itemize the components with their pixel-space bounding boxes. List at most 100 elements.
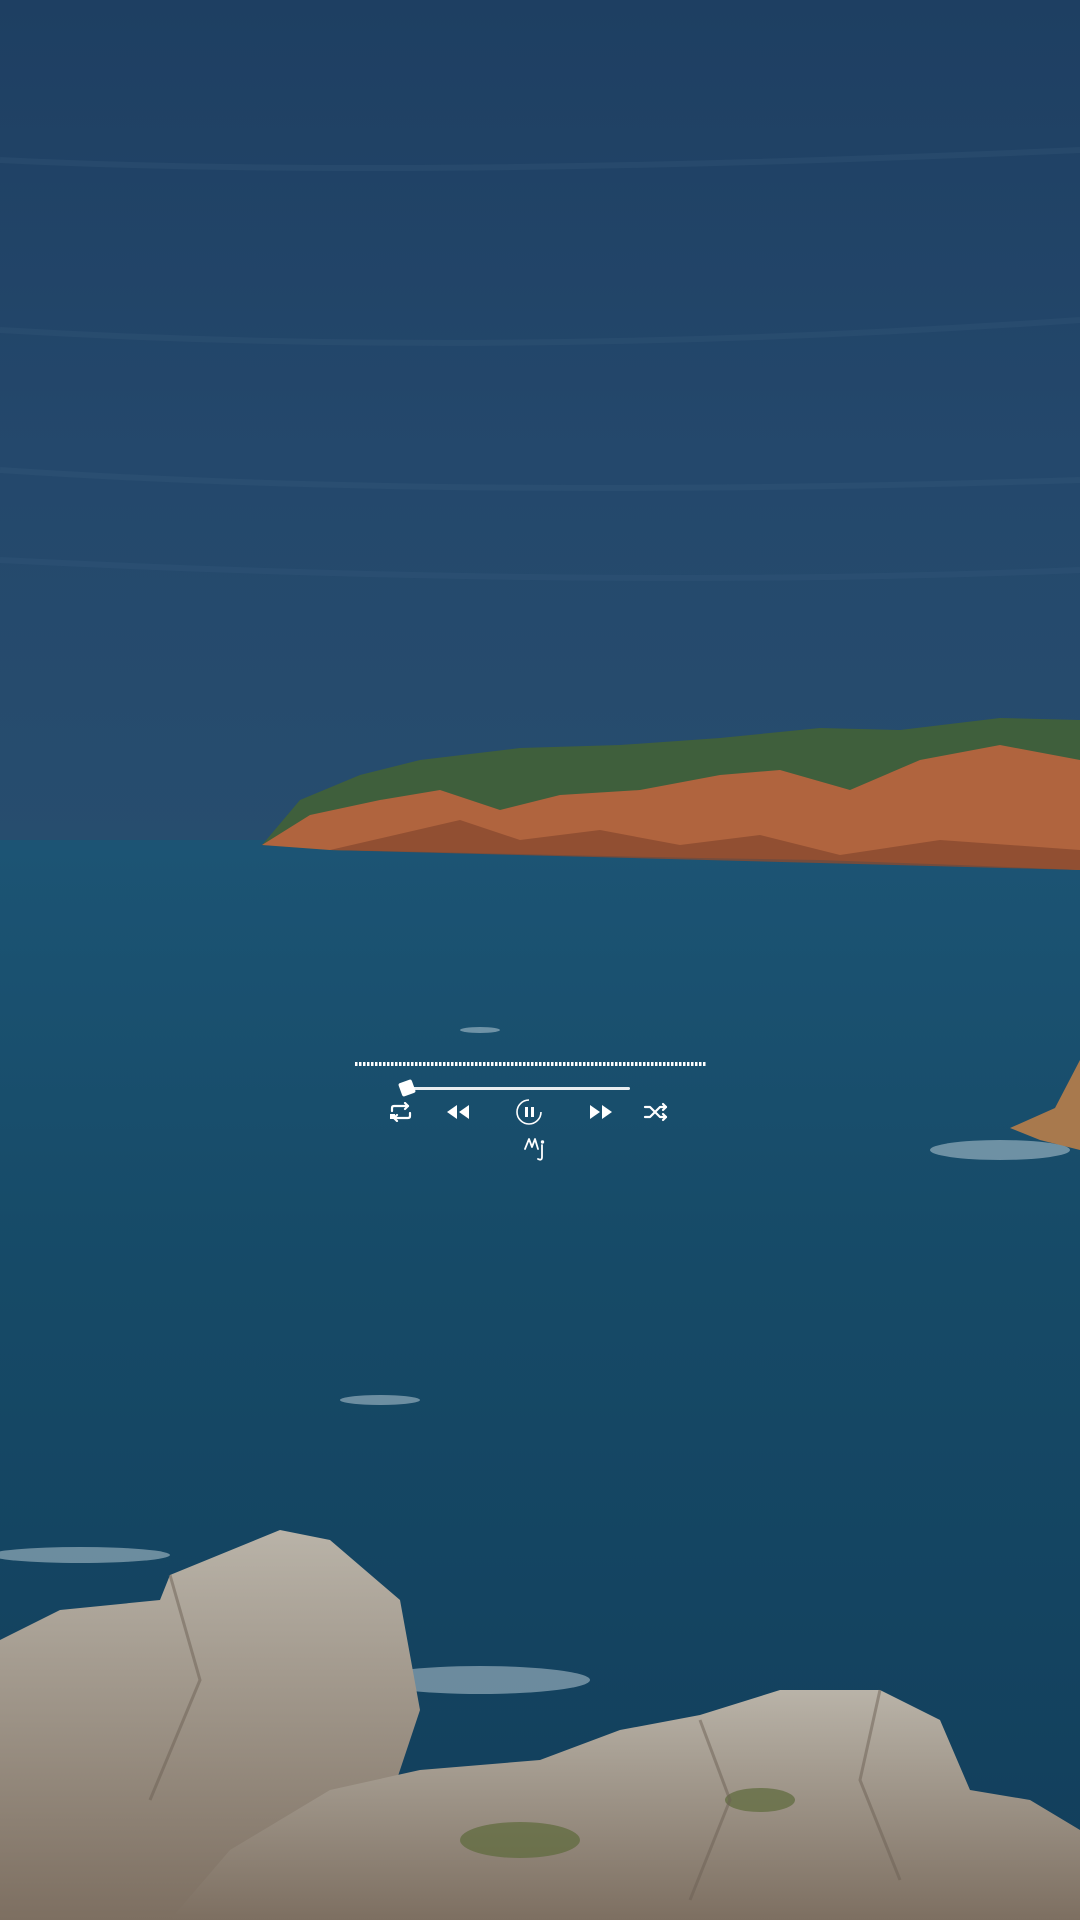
- waveform-bar: [395, 1062, 398, 1066]
- waveform-bar: [563, 1062, 566, 1066]
- waveform-bar: [503, 1062, 506, 1066]
- waveform-bar: [599, 1062, 602, 1066]
- waveform-bar: [487, 1062, 490, 1066]
- waveform-bar: [451, 1062, 454, 1066]
- waveform-bar: [511, 1062, 514, 1066]
- waveform-bar: [391, 1062, 394, 1066]
- waveform-bar: [583, 1062, 586, 1066]
- waveform-bar: [639, 1062, 642, 1066]
- pause-icon: [516, 1099, 542, 1125]
- waveform-bar: [355, 1062, 358, 1066]
- waveform-bar: [375, 1062, 378, 1066]
- waveform-bar: [467, 1062, 470, 1066]
- waveform-bar: [643, 1062, 646, 1066]
- rewind-icon: [447, 1105, 469, 1119]
- waveform-bar: [483, 1062, 486, 1066]
- waveform-bar: [527, 1062, 530, 1066]
- waveform-bar: [579, 1062, 582, 1066]
- waveform-bar: [635, 1062, 638, 1066]
- waveform-bar: [515, 1062, 518, 1066]
- shuffle-button[interactable]: [640, 1097, 672, 1127]
- waveform-bar: [539, 1062, 542, 1066]
- waveform-bar: [675, 1062, 678, 1066]
- waveform-bar: [591, 1062, 594, 1066]
- waveform-bar: [491, 1062, 494, 1066]
- waveform-bar: [699, 1062, 702, 1066]
- waveform-bar: [479, 1062, 482, 1066]
- waveform-bar: [627, 1062, 630, 1066]
- waveform-bar: [659, 1062, 662, 1066]
- waveform-bar: [407, 1062, 410, 1066]
- waveform-bar: [471, 1062, 474, 1066]
- repeat-button[interactable]: [385, 1097, 417, 1127]
- waveform-bar: [655, 1062, 658, 1066]
- waveform-bar: [499, 1062, 502, 1066]
- waveform-bar: [631, 1062, 634, 1066]
- waveform-bar: [619, 1062, 622, 1066]
- waveform-bar: [459, 1062, 462, 1066]
- waveform-bar: [411, 1062, 414, 1066]
- waveform-bar: [671, 1062, 674, 1066]
- waveform-bar: [403, 1062, 406, 1066]
- fast-forward-button[interactable]: [585, 1097, 617, 1127]
- waveform-bar: [383, 1062, 386, 1066]
- waveform-bar: [623, 1062, 626, 1066]
- waveform-bar: [415, 1062, 418, 1066]
- waveform-bar: [587, 1062, 590, 1066]
- waveform-bar: [447, 1062, 450, 1066]
- waveform-bar: [495, 1062, 498, 1066]
- waveform-bar: [367, 1062, 370, 1066]
- waveform-bar: [423, 1062, 426, 1066]
- waveform-bar: [695, 1062, 698, 1066]
- waveform-bar: [443, 1062, 446, 1066]
- waveform-bar: [683, 1062, 686, 1066]
- waveform-bar: [571, 1062, 574, 1066]
- waveform-bar: [575, 1062, 578, 1066]
- waveform-bar: [679, 1062, 682, 1066]
- waveform-bar: [611, 1062, 614, 1066]
- waveform-bar: [595, 1062, 598, 1066]
- waveform-bar: [667, 1062, 670, 1066]
- waveform-bar: [523, 1062, 526, 1066]
- fast-forward-icon: [590, 1105, 612, 1119]
- waveform-bar: [603, 1062, 606, 1066]
- waveform-bar: [359, 1062, 362, 1066]
- waveform-bar: [547, 1062, 550, 1066]
- waveform-bar: [475, 1062, 478, 1066]
- waveform-bar: [535, 1062, 538, 1066]
- repeat-icon: [390, 1102, 412, 1122]
- shuffle-icon: [643, 1102, 668, 1122]
- rewind-button[interactable]: [442, 1097, 474, 1127]
- waveform-bar: [419, 1062, 422, 1066]
- music-player: [355, 1055, 715, 1165]
- waveform-bar: [559, 1062, 562, 1066]
- waveform-bar: [463, 1062, 466, 1066]
- pause-button[interactable]: [513, 1097, 545, 1127]
- waveform-bar: [543, 1062, 546, 1066]
- waveform-bar: [651, 1062, 654, 1066]
- waveform-bar: [371, 1062, 374, 1066]
- waveform-bar: [551, 1062, 554, 1066]
- waveform-bar: [379, 1062, 382, 1066]
- waveform-bar: [435, 1062, 438, 1066]
- waveform-bar: [615, 1062, 618, 1066]
- playback-controls: [385, 1097, 675, 1127]
- progress-thumb[interactable]: [398, 1079, 416, 1097]
- seascape-background: [0, 0, 1080, 1920]
- waveform-bar: [691, 1062, 694, 1066]
- waveform-bar: [519, 1062, 522, 1066]
- waveform-bar: [647, 1062, 650, 1066]
- waveform-bar: [703, 1062, 706, 1066]
- waveform-bar: [555, 1062, 558, 1066]
- waveform-bar: [431, 1062, 434, 1066]
- waveform-bar: [399, 1062, 402, 1066]
- progress-track: [400, 1087, 630, 1090]
- waveform-bar: [607, 1062, 610, 1066]
- waveform-bar: [363, 1062, 366, 1066]
- waveform-bar: [507, 1062, 510, 1066]
- waveform-bar: [427, 1062, 430, 1066]
- waveform-bar: [439, 1062, 442, 1066]
- progress-slider[interactable]: [398, 1079, 630, 1098]
- waveform-bar: [387, 1062, 390, 1066]
- signature-logo: [524, 1138, 545, 1161]
